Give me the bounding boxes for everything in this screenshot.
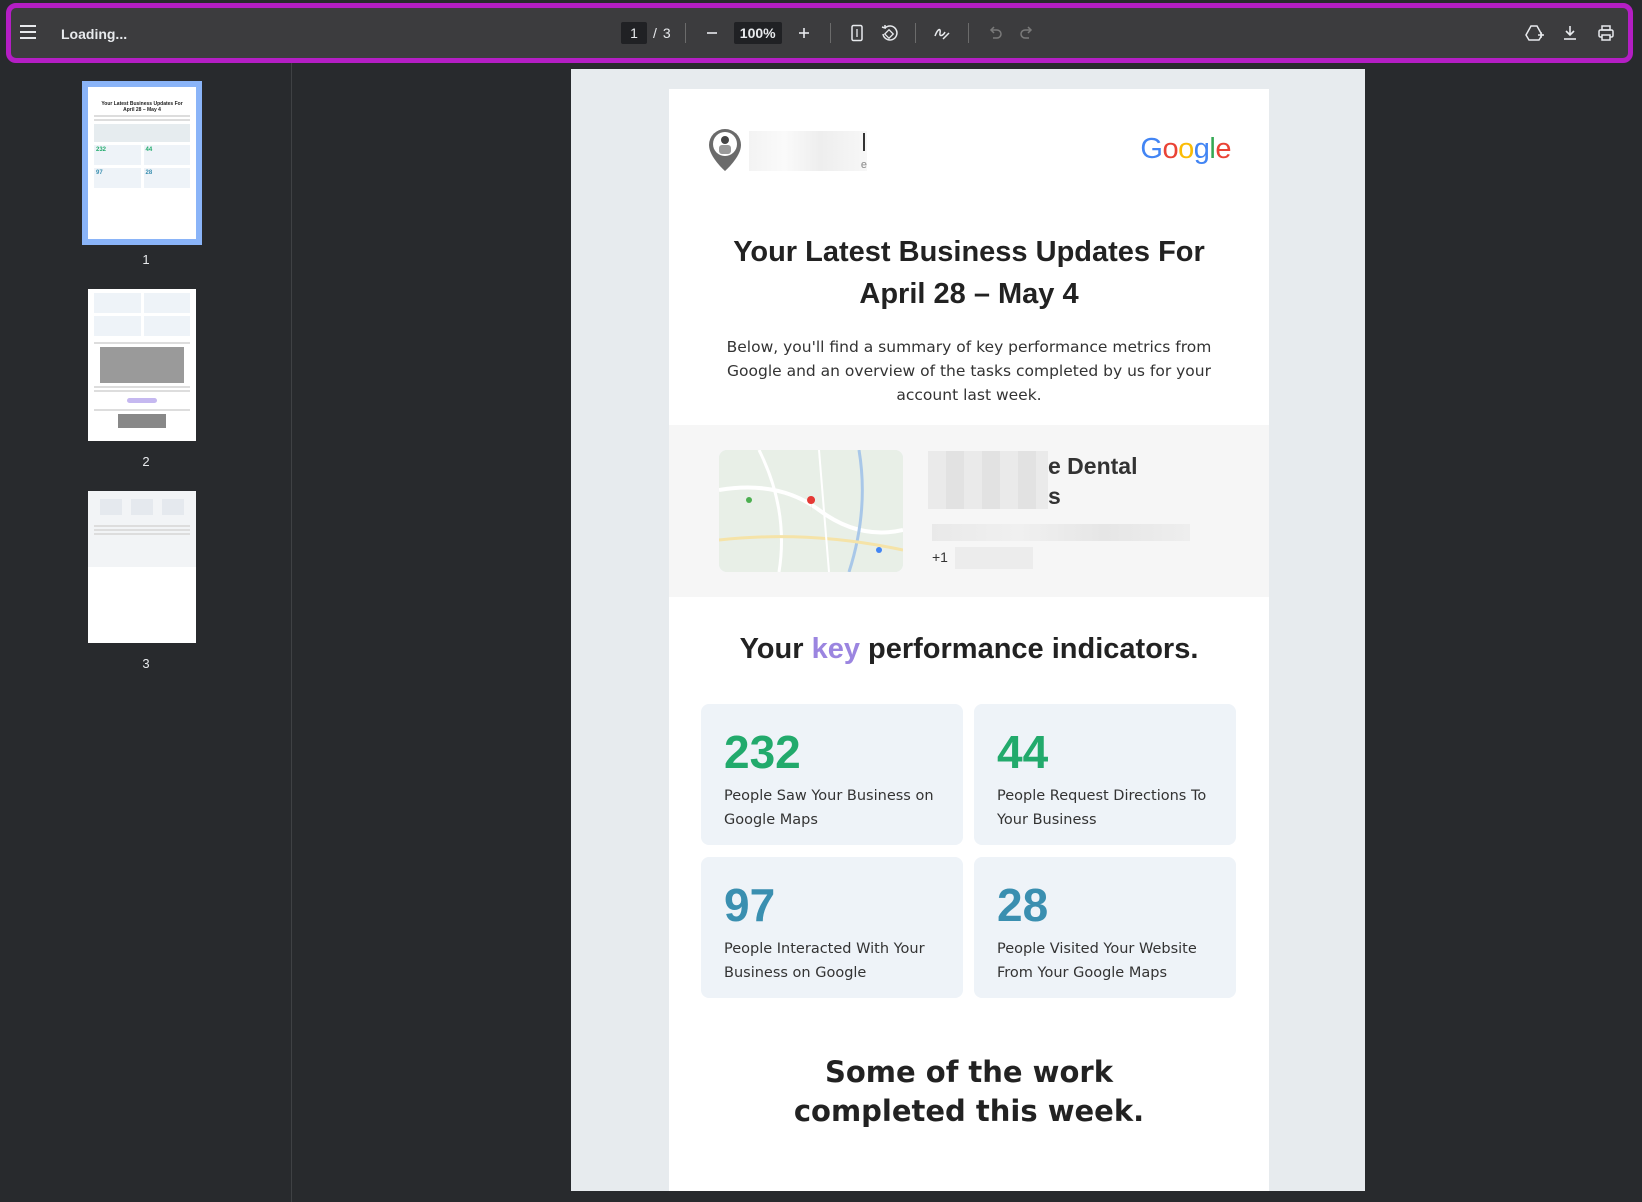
divider bbox=[967, 23, 969, 43]
business-name-line-2: s bbox=[1048, 483, 1061, 509]
kpi-card-maps-views: 232 People Saw Your Business on Google M… bbox=[701, 704, 963, 845]
thumb-headline-2: April 28 – May 4 bbox=[123, 107, 161, 113]
pdf-toolbar: Loading... / 3 bbox=[6, 3, 1633, 63]
phone-redacted bbox=[955, 547, 1033, 569]
kpi-label: People Saw Your Business on Google Maps bbox=[724, 788, 934, 828]
thumbnail-sidebar: Your Latest Business Updates For April 2… bbox=[0, 63, 292, 1202]
rotate-icon[interactable] bbox=[877, 21, 901, 45]
thumb-kpi: 28 bbox=[143, 168, 190, 188]
page-thumbnail-3[interactable] bbox=[88, 491, 196, 643]
intro-text: Below, you'll find a summary of key perf… bbox=[726, 338, 1212, 404]
kpi-label: People Visited Your Website From Your Go… bbox=[997, 941, 1197, 981]
thumb-kpi: 97 bbox=[94, 168, 141, 188]
headline-line-1: Your Latest Business Updates For bbox=[733, 236, 1205, 268]
kpi-card-website-visits: 28 People Visited Your Website From Your… bbox=[974, 857, 1236, 998]
business-name: e Dental s bbox=[1048, 451, 1137, 511]
phone-prefix: +1 bbox=[932, 549, 948, 565]
business-name-redacted bbox=[928, 451, 1048, 509]
page-separator: / bbox=[653, 25, 657, 41]
thumb-kpi: 232 bbox=[94, 145, 141, 165]
email-headline: Your Latest Business Updates For April 2… bbox=[669, 231, 1269, 315]
business-name-line-1: e Dental bbox=[1048, 453, 1138, 479]
google-logo: Google bbox=[1140, 133, 1231, 165]
work-completed-heading: Some of the work completed this week. bbox=[793, 1055, 1145, 1128]
kpi-heading-end: performance indicators. bbox=[859, 633, 1199, 665]
document-title: Loading... bbox=[61, 26, 128, 42]
thumbnail-number: 1 bbox=[142, 252, 150, 267]
divider bbox=[829, 23, 831, 43]
kpi-heading: Your key performance indicators. bbox=[669, 633, 1269, 666]
logo-tail: e bbox=[860, 159, 867, 171]
fit-page-icon[interactable] bbox=[845, 21, 869, 45]
map-image bbox=[719, 450, 903, 572]
business-info-band: e Dental s +1 bbox=[669, 425, 1269, 597]
print-icon[interactable] bbox=[1594, 21, 1618, 45]
kpi-value: 232 bbox=[724, 726, 801, 778]
divider bbox=[684, 23, 686, 43]
thumbnail-number: 3 bbox=[142, 656, 150, 671]
divider bbox=[914, 23, 916, 43]
redo-icon[interactable] bbox=[1015, 21, 1039, 45]
annotate-icon[interactable] bbox=[930, 21, 954, 45]
pdf-page: e Google Your Latest Business Updates Fo… bbox=[571, 69, 1365, 1191]
kpi-value: 28 bbox=[997, 879, 1049, 931]
kpi-value: 44 bbox=[997, 726, 1049, 778]
kpi-label: People Request Directions To Your Busine… bbox=[997, 788, 1207, 828]
company-logo-icon bbox=[709, 129, 741, 171]
page-thumbnail-2[interactable] bbox=[88, 289, 196, 441]
zoom-out-icon[interactable] bbox=[700, 21, 724, 45]
toolbar-controls: / 3 bbox=[621, 8, 1039, 58]
drive-save-icon[interactable] bbox=[1522, 21, 1546, 45]
toolbar-right-actions bbox=[1522, 8, 1618, 58]
undo-icon[interactable] bbox=[983, 21, 1007, 45]
total-pages: 3 bbox=[662, 25, 671, 41]
thumb-kpi: 44 bbox=[143, 145, 190, 165]
page-thumbnail-1[interactable]: Your Latest Business Updates For April 2… bbox=[82, 81, 202, 245]
email-body: e Google Your Latest Business Updates Fo… bbox=[669, 89, 1269, 1191]
zoom-input[interactable] bbox=[733, 22, 782, 44]
kpi-card-directions: 44 People Request Directions To Your Bus… bbox=[974, 704, 1236, 845]
thumbnail-number: 2 bbox=[142, 454, 150, 469]
headline-line-2: April 28 – May 4 bbox=[859, 278, 1079, 310]
download-icon[interactable] bbox=[1558, 21, 1582, 45]
zoom-in-icon[interactable] bbox=[792, 21, 816, 45]
page-number-input[interactable] bbox=[621, 22, 647, 44]
kpi-label: People Interacted With Your Business on … bbox=[724, 941, 925, 981]
address-redacted bbox=[932, 524, 1190, 541]
menu-icon[interactable] bbox=[20, 25, 40, 41]
kpi-heading-key: key bbox=[811, 633, 860, 665]
document-viewer[interactable]: e Google Your Latest Business Updates Fo… bbox=[293, 63, 1642, 1202]
company-name-redacted: e bbox=[749, 131, 867, 171]
kpi-heading-start: Your bbox=[739, 633, 812, 665]
kpi-value: 97 bbox=[724, 879, 776, 931]
kpi-card-interactions: 97 People Interacted With Your Business … bbox=[701, 857, 963, 998]
